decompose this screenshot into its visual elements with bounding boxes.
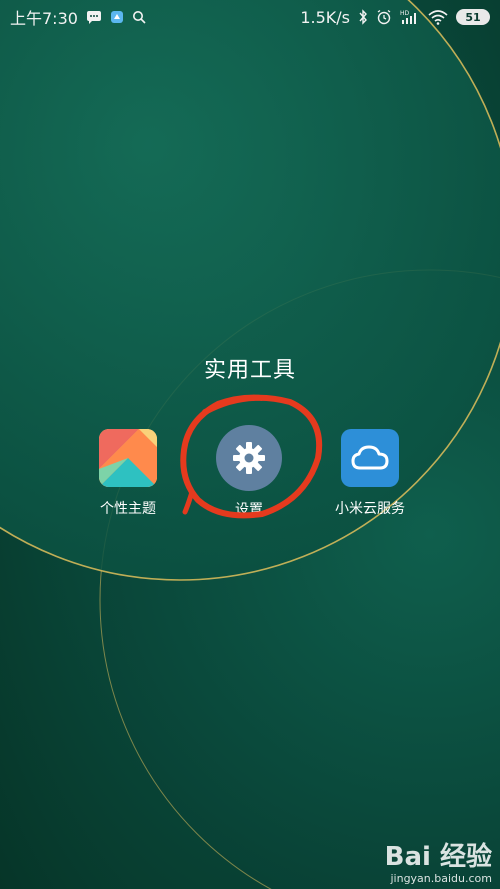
app-notification-icon	[110, 10, 124, 24]
wifi-icon	[428, 9, 448, 25]
svg-text:HD: HD	[400, 10, 410, 17]
status-time: 上午7:30	[10, 9, 78, 28]
hd-signal-icon: HD	[400, 9, 420, 25]
bluetooth-icon	[358, 9, 368, 25]
alarm-icon	[376, 9, 392, 25]
app-label: 设置	[235, 502, 263, 518]
gear-icon	[216, 425, 282, 491]
app-cloud-service[interactable]: 小米云服务	[310, 429, 430, 518]
watermark-brand-text: Bai 经验	[384, 842, 492, 872]
status-bar: 上午7:30 1.5K/s HD 51	[0, 0, 500, 34]
battery-icon: 51	[456, 9, 490, 25]
app-label: 个性主题	[100, 501, 156, 517]
home-screen: 上午7:30 1.5K/s HD 51 实用工具 个性主题 设置 小米云服务 B…	[0, 0, 500, 889]
app-themes[interactable]: 个性主题	[68, 429, 188, 518]
app-label: 小米云服务	[335, 501, 405, 517]
network-speed: 1.5K/s	[300, 7, 350, 27]
watermark-url: jingyan.baidu.com	[390, 872, 492, 885]
battery-level: 51	[465, 10, 481, 24]
watermark-brand: Bai 经验	[385, 844, 492, 870]
baidu-watermark: Bai 经验 jingyan.baidu.com	[385, 844, 492, 885]
search-icon	[132, 10, 146, 24]
app-settings[interactable]: 设置	[189, 425, 309, 519]
message-icon	[86, 10, 102, 24]
cloud-icon	[341, 429, 399, 487]
themes-icon	[99, 429, 157, 487]
folder-title: 实用工具	[203, 358, 296, 383]
